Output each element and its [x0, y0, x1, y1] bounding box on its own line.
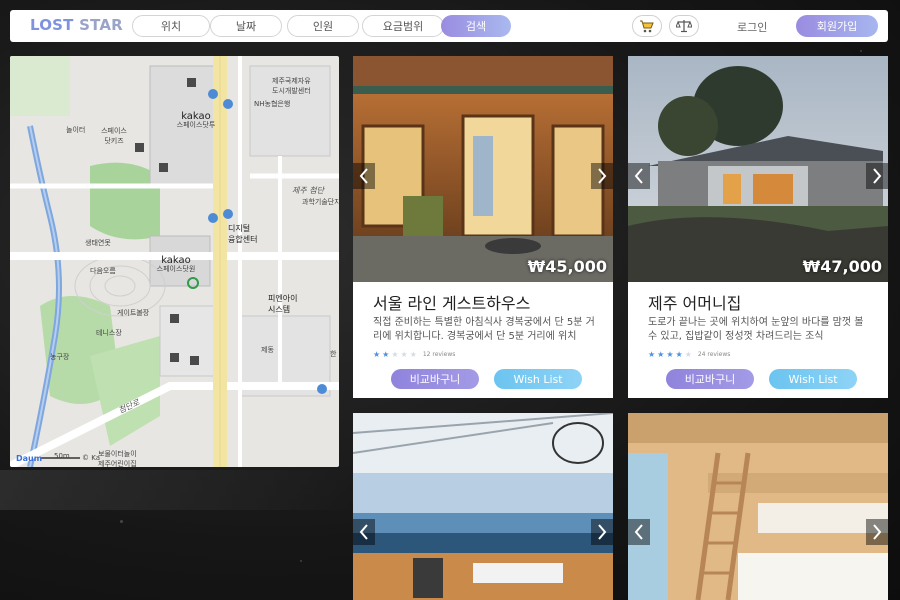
listing-card-3[interactable] [353, 413, 613, 600]
map-label-jeju-univ: 제주 첨단 [292, 186, 324, 195]
prev-photo-button-1[interactable] [353, 163, 375, 189]
map-label-pni-system: 피엔아이 시스템 [268, 294, 298, 314]
wish-list-button-1[interactable]: Wish List [494, 369, 582, 389]
map-copyright: © Ka [82, 454, 100, 462]
kakao1-name: kakao [181, 111, 211, 122]
seaside-terrace-photo [353, 413, 613, 600]
guests-button[interactable]: 인원 [287, 15, 359, 37]
daum-logo: Daum [16, 454, 43, 463]
chevron-left-icon [634, 168, 643, 184]
map-label-space-kids: 스페이스 닷키즈 [101, 127, 127, 145]
chevron-right-icon [873, 524, 882, 540]
brand-logo[interactable]: LOST STAR [30, 16, 123, 34]
listing-photo-1: ₩45,000 [353, 56, 613, 282]
listing-photo-2: ₩47,000 [628, 56, 888, 282]
star-filled-icon: ★ [657, 350, 665, 359]
map-scale-label: 50m [54, 452, 70, 460]
listing-photo-3 [353, 413, 613, 600]
login-link[interactable]: 로그인 [737, 19, 767, 35]
bg-speck [300, 560, 302, 562]
bg-speck [860, 50, 862, 52]
review-count-1: 12 reviews [422, 351, 456, 358]
listing-title-2[interactable]: 제주 어머니집 [648, 290, 741, 314]
wish-list-button-2[interactable]: Wish List [769, 369, 857, 389]
map-label-playground: 놀이터 [66, 126, 86, 134]
map-label-daum-oreum: 다음오름 [90, 267, 116, 275]
chevron-right-icon [598, 168, 607, 184]
star-filled-icon: ★ [373, 350, 381, 359]
bg-speck [120, 520, 123, 523]
chevron-left-icon [359, 168, 368, 184]
star-filled-icon: ★ [675, 350, 683, 359]
hanok-photo [353, 56, 613, 282]
map-label-han: 한 [330, 350, 337, 358]
star-filled-icon: ★ [666, 350, 674, 359]
kakao1-sub: 스페이스닷투 [176, 121, 216, 129]
listing-card-1[interactable]: ₩45,000 서울 라인 게스트하우스 직접 준비하는 특별한 아침식사 경복… [353, 56, 613, 398]
star-empty-icon: ★ [391, 350, 399, 359]
cart-button[interactable] [632, 15, 662, 37]
map-label-science-road: 과학기술단지 [302, 198, 339, 206]
map-label-tennis: 테니스장 [96, 329, 122, 337]
compare-button[interactable] [669, 15, 699, 37]
bg-band [0, 470, 360, 510]
map-label-kids-cafe: 보물이터놀이 제주어린이집 [98, 450, 137, 467]
listing-desc-1: 직접 준비하는 특별한 아침식사 경복궁에서 단 5분 거리에 위치합니다. 경… [373, 317, 595, 342]
date-button[interactable]: 날짜 [210, 15, 282, 37]
add-compare-button-2[interactable]: 비교바구니 [666, 369, 754, 389]
logo-part2: STAR [79, 16, 123, 34]
chevron-right-icon [873, 168, 882, 184]
location-button[interactable]: 위치 [132, 15, 210, 37]
listing-price-2: ₩47,000 [802, 257, 882, 276]
prev-photo-button-3[interactable] [353, 519, 375, 545]
next-photo-button-3[interactable] [591, 519, 613, 545]
stone-house-photo [628, 56, 888, 282]
listing-card-4[interactable] [628, 413, 888, 600]
listing-title-1[interactable]: 서울 라인 게스트하우스 [373, 290, 530, 314]
star-empty-icon: ★ [409, 350, 417, 359]
map-label-digital-center: 디지털 융합센터 [228, 224, 258, 244]
scale-icon [676, 20, 692, 33]
map-label-ecopond: 생태연못 [85, 239, 111, 247]
map-label-kakao-2: kakao 스페이스닷원 [146, 256, 206, 274]
next-photo-button-2[interactable] [866, 163, 888, 189]
map-label-basketball: 농구장 [50, 353, 70, 361]
search-button[interactable]: 검색 [441, 15, 511, 37]
next-photo-button-4[interactable] [866, 519, 888, 545]
star-empty-icon: ★ [400, 350, 408, 359]
listing-desc-2: 도로가 끝나는 곳에 위치하여 눈앞의 바다를 맘껏 볼 수 있고, 집밥같이 … [648, 317, 864, 342]
signup-button[interactable]: 회원가입 [796, 15, 878, 37]
star-empty-icon: ★ [684, 350, 692, 359]
listing-rating-1: ★ ★ ★ ★ ★ 12 reviews [373, 350, 455, 359]
listing-card-2[interactable]: ₩47,000 제주 어머니집 도로가 끝나는 곳에 위치하여 눈앞의 바다를 … [628, 56, 888, 398]
map-label-jedong: 제동 [261, 346, 274, 354]
map-label-nh-bank: NH농협은행 [254, 100, 291, 108]
price-range-button[interactable]: 요금범위 [362, 15, 444, 37]
map-label-kakao-1: kakao 스페이스닷투 [170, 112, 222, 130]
cart-icon [640, 20, 654, 33]
map-label-gateball: 게이트볼장 [117, 309, 150, 317]
review-count-2: 24 reviews [697, 351, 731, 358]
listing-price-1: ₩45,000 [527, 257, 607, 276]
logo-part1: LOST [30, 16, 74, 34]
add-compare-button-1[interactable]: 비교바구니 [391, 369, 479, 389]
next-photo-button-1[interactable] [591, 163, 613, 189]
star-filled-icon: ★ [382, 350, 390, 359]
chevron-right-icon [598, 524, 607, 540]
map-panel[interactable]: 놀이터 스페이스 닷키즈 kakao 스페이스닷투 제주국제자유 도시개발센터 … [10, 56, 339, 467]
map-label-jeju-center: 제주국제자유 도시개발센터 [272, 77, 311, 95]
kakao2-sub: 스페이스닷원 [156, 265, 196, 273]
kakao2-name: kakao [161, 255, 191, 266]
chevron-left-icon [359, 524, 368, 540]
prev-photo-button-2[interactable] [628, 163, 650, 189]
listing-photo-4 [628, 413, 888, 600]
listing-rating-2: ★ ★ ★ ★ ★ 24 reviews [648, 350, 730, 359]
bunk-bed-photo [628, 413, 888, 600]
top-navbar: LOST STAR 위치 날짜 인원 요금범위 검색 로그인 회원가입 [10, 10, 888, 42]
star-filled-icon: ★ [648, 350, 656, 359]
prev-photo-button-4[interactable] [628, 519, 650, 545]
chevron-left-icon [634, 524, 643, 540]
